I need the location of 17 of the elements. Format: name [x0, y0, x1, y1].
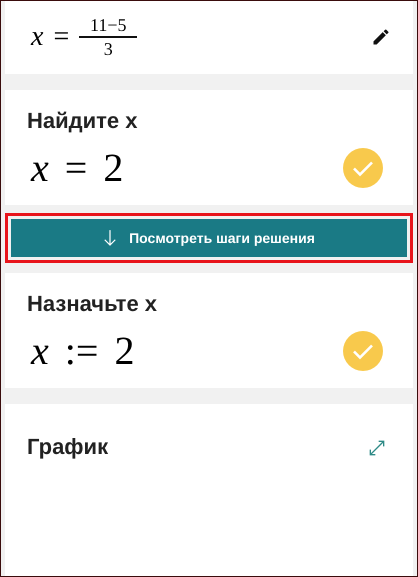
section-title: Назначьте x — [27, 291, 158, 317]
math-operator: = — [64, 144, 88, 191]
expand-icon[interactable] — [367, 438, 387, 458]
view-steps-button[interactable]: Посмотреть шаги решения — [11, 219, 407, 257]
fraction-denominator: 3 — [104, 40, 113, 58]
math-variable: x — [31, 144, 49, 191]
math-operator: = — [53, 21, 70, 53]
down-arrow-icon — [103, 229, 118, 247]
math-operator: := — [64, 327, 98, 374]
section-title: Найдите x — [27, 108, 138, 134]
fraction-numerator: 11−5 — [90, 16, 126, 34]
math-variable: x — [31, 21, 44, 53]
math-value: 2 — [103, 144, 124, 191]
pencil-icon[interactable] — [371, 27, 391, 47]
math-variable: x — [31, 327, 49, 374]
section-title: График — [27, 434, 108, 460]
math-value: 2 — [114, 327, 134, 374]
